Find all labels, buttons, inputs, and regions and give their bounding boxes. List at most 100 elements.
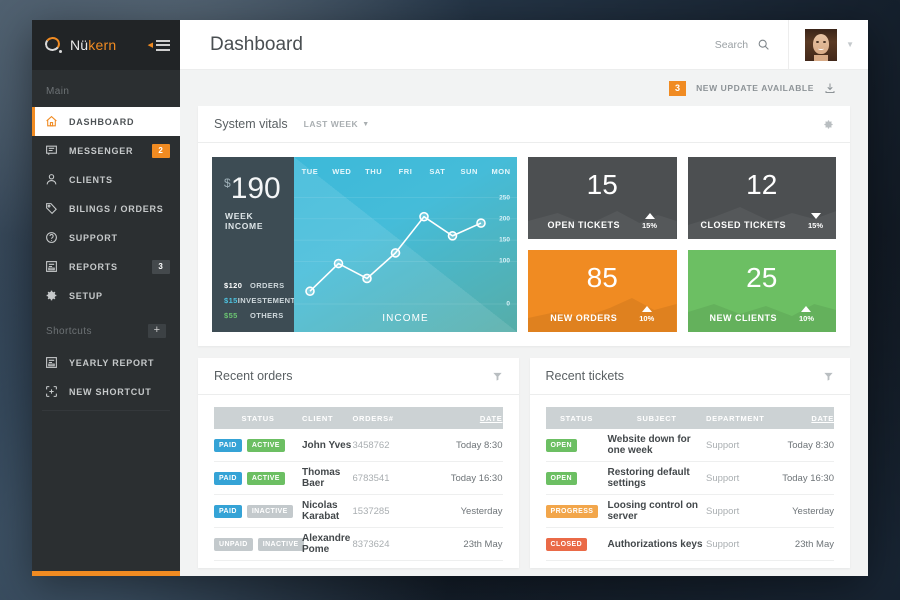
table-row[interactable]: OPEN Website down for one week Support T… xyxy=(545,429,834,462)
order-status-cell: PAID INACTIVE xyxy=(214,504,302,518)
chevron-down-icon: ▼ xyxy=(362,120,370,128)
tag-icon xyxy=(45,202,60,215)
sidebar-item-setup[interactable]: SETUP xyxy=(32,281,180,310)
filter-icon xyxy=(824,372,833,381)
currency-symbol: $ xyxy=(224,176,231,190)
ticket-date-cell: 23th May xyxy=(794,538,834,550)
sidebar-section-main: Main xyxy=(46,86,70,97)
main-area: Dashboard Search ▼ 3 NEW UPDATE AVAILABL… xyxy=(180,20,868,576)
sidebar: Nükern ◀ Main DASHBOARD MESSENGER 2 CLIE… xyxy=(32,20,180,576)
y-tick-label: 0 xyxy=(506,300,510,308)
update-notice-bar: 3 NEW UPDATE AVAILABLE xyxy=(180,70,868,106)
ticket-date-cell: Today 8:30 xyxy=(787,439,834,451)
panel-title: System vitals xyxy=(214,117,288,131)
search-icon[interactable] xyxy=(757,38,770,51)
legend-label: ORDERS xyxy=(250,281,285,290)
column-header-subject[interactable]: SUBJECT xyxy=(608,414,707,423)
tile-new-clients[interactable]: 25 NEW CLIENTS 10% xyxy=(687,250,836,332)
order-client-cell: John Yves xyxy=(302,439,352,451)
chevron-down-icon[interactable]: ▼ xyxy=(846,40,854,49)
sidebar-item-bilings-orders[interactable]: BILINGS / ORDERS xyxy=(32,194,180,223)
table-row[interactable]: OPEN Restoring default settings Support … xyxy=(545,462,834,495)
legend-value: $120 xyxy=(224,281,243,290)
column-header-client[interactable]: CLIENT xyxy=(302,414,353,423)
order-number-cell: 3458762 xyxy=(352,439,390,451)
legend-label: OTHERS xyxy=(250,311,284,320)
table-row[interactable]: UNPAID INACTIVE Alexandre Pome 8373624 23… xyxy=(214,528,503,561)
order-number-cell: 6783541 xyxy=(352,472,390,484)
hamburger-icon xyxy=(156,39,170,51)
tile-label: CLOSED TICKETS xyxy=(700,220,786,230)
search-button[interactable]: Search xyxy=(715,20,788,69)
ticket-department-cell: Support xyxy=(706,505,740,517)
sidebar-item-label: DASHBOARD xyxy=(69,116,135,127)
status-badge: PAID xyxy=(214,438,242,452)
system-vitals-body: $190 WEEK INCOME $120 ORDERS $15 INVESTE… xyxy=(198,143,850,346)
panel-title: Recent tickets xyxy=(545,369,625,383)
tile-footer: OPEN TICKETS 15% xyxy=(528,213,677,230)
add-shortcut-button[interactable]: + xyxy=(148,324,166,338)
sidebar-item-messenger[interactable]: MESSENGER 2 xyxy=(32,136,180,165)
sidebar-shortcut-new-shortcut[interactable]: NEW SHORTCUT xyxy=(32,377,180,406)
tile-percent: 10% xyxy=(639,314,655,323)
table-row[interactable]: PAID ACTIVE Thomas Baer 6783541 Today 16:… xyxy=(214,462,503,495)
ticket-subject-cell: Authorizations keys xyxy=(607,538,703,550)
order-client-cell: Thomas Baer xyxy=(302,467,341,489)
ticket-department-cell: Support xyxy=(706,472,740,484)
recent-orders-panel: Recent orders STATUS CLIENT ORDERS# DATE… xyxy=(198,358,519,568)
column-header-status[interactable]: STATUS xyxy=(546,414,608,423)
vitals-range-selector[interactable]: LAST WEEK ▼ xyxy=(304,119,370,129)
table-row[interactable]: CLOSED Authorizations keys Support 23th … xyxy=(545,528,834,561)
vitals-settings-button[interactable] xyxy=(823,119,834,130)
chart-footer-label: INCOME xyxy=(382,313,429,324)
column-header-status[interactable]: STATUS xyxy=(214,414,302,423)
sidebar-item-dashboard[interactable]: DASHBOARD xyxy=(32,107,180,136)
order-number-cell: 8373624 xyxy=(352,538,390,550)
column-header-department[interactable]: DEPARTMENT xyxy=(706,414,768,423)
orders-filter-button[interactable] xyxy=(492,371,503,382)
order-number-cell: 1537285 xyxy=(352,505,390,517)
sidebar-shortcut-yearly-report[interactable]: YEARLY REPORT xyxy=(32,348,180,377)
column-header-orderno[interactable]: ORDERS# xyxy=(353,414,429,423)
sidebar-collapse-button[interactable]: ◀ xyxy=(148,39,170,51)
sidebar-item-label: REPORTS xyxy=(69,261,118,272)
content-area: System vitals LAST WEEK ▼ $190 WEEK INCO… xyxy=(180,106,868,576)
sidebar-item-reports[interactable]: REPORTS 3 xyxy=(32,252,180,281)
sidebar-item-support[interactable]: SUPPORT xyxy=(32,223,180,252)
tile-closed-tickets[interactable]: 12 CLOSED TICKETS 15% xyxy=(687,157,836,239)
brand-logo-icon xyxy=(43,35,62,54)
order-date-cell: Today 8:30 xyxy=(456,439,503,451)
orders-table-body: PAID ACTIVE John Yves 3458762 Today 8:30 … xyxy=(198,429,519,561)
table-row[interactable]: PAID INACTIVE Nicolas Karabat 1537285 Yes… xyxy=(214,495,503,528)
legend-value: $15 xyxy=(224,296,238,305)
system-vitals-header: System vitals LAST WEEK ▼ xyxy=(198,106,850,143)
table-row[interactable]: PAID ACTIVE John Yves 3458762 Today 8:30 xyxy=(214,429,503,462)
income-caption: WEEK INCOME xyxy=(225,211,264,231)
income-legend: $120 ORDERS $15 INVESTEMENT $55 OTHERS xyxy=(212,281,295,320)
table-row[interactable]: PROGRESS Loosing control on server Suppo… xyxy=(545,495,834,528)
sidebar-item-label: MESSENGER xyxy=(69,145,134,156)
trend-up-icon: 10% xyxy=(639,306,654,323)
ticket-date-cell: Yesterday xyxy=(792,505,834,517)
tile-open-tickets[interactable]: 15 OPEN TICKETS 15% xyxy=(528,157,677,239)
orders-table-header: STATUS CLIENT ORDERS# DATE xyxy=(214,407,503,429)
sidebar-item-label: NEW SHORTCUT xyxy=(69,386,152,397)
ticket-subject-cell: Website down for one week xyxy=(607,434,691,456)
tile-new-orders[interactable]: 85 NEW ORDERS 10% xyxy=(528,250,677,332)
user-menu[interactable]: ▼ xyxy=(788,20,868,69)
sidebar-item-clients[interactable]: CLIENTS xyxy=(32,165,180,194)
download-icon[interactable] xyxy=(824,82,836,94)
trend-down-icon: 15% xyxy=(808,213,823,230)
brand-name-part1: Nü xyxy=(70,37,89,53)
top-bar: Dashboard Search ▼ xyxy=(180,20,868,70)
search-label: Search xyxy=(714,38,749,51)
tile-label: OPEN TICKETS xyxy=(547,220,620,230)
recent-tickets-header: Recent tickets xyxy=(529,358,850,395)
ticket-status-cell: CLOSED xyxy=(545,537,608,551)
sidebar-accent-bar xyxy=(32,571,180,576)
avatar[interactable] xyxy=(805,28,838,61)
column-header-date[interactable]: DATE xyxy=(429,414,503,423)
tickets-filter-button[interactable] xyxy=(823,371,834,382)
column-header-date[interactable]: DATE xyxy=(768,414,834,423)
sidebar-divider xyxy=(42,410,170,411)
